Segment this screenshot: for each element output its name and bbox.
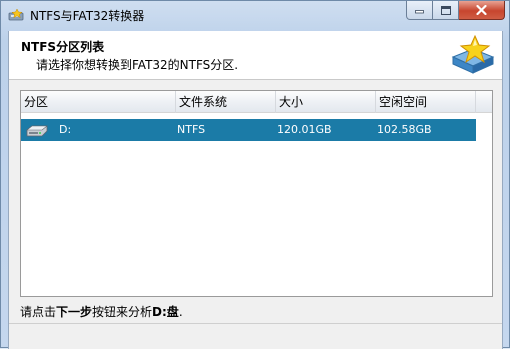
window-title: NTFS与FAT32转换器 [30,9,145,23]
minimize-icon [415,10,424,14]
close-button[interactable] [459,1,505,20]
wizard-header: NTFS分区列表 请选择你想转换到FAT32的NTFS分区. [9,31,502,80]
title-bar[interactable]: NTFS与FAT32转换器 [1,1,509,31]
maximize-button[interactable] [433,1,459,20]
maximize-icon [440,5,451,15]
column-header-size[interactable]: 大小 [276,91,376,113]
page-subtitle: 请选择你想转换到FAT32的NTFS分区. [36,58,239,72]
table-header: 分区 文件系统 大小 空闲空间 [21,91,492,113]
instruction-prefix: 请点击 [20,305,57,319]
instruction-middle: 按钮来分析 [92,305,153,319]
partition-name: D: [59,123,72,136]
drive-star-icon [451,35,495,74]
instruction-text: 请点击下一步按钮来分析D:盘. [20,303,183,320]
instruction-button-name: 下一步 [56,305,93,319]
instruction-suffix: . [178,305,183,319]
drive-icon [26,125,48,137]
close-icon [476,5,487,15]
window-controls [406,1,505,20]
app-icon [8,8,24,21]
wizard-client-area: NTFS分区列表 请选择你想转换到FAT32的NTFS分区. 分区 文件系统 大… [8,31,503,349]
instruction-drive: D:盘 [152,305,179,319]
partition-free-space: 102.58GB [377,123,432,136]
page-title: NTFS分区列表 [21,40,105,54]
partition-size: 120.01GB [277,123,332,136]
partition-list[interactable]: 分区 文件系统 大小 空闲空间 D: NTFS 120.01GB 102.58G… [20,90,493,297]
column-header-free-space[interactable]: 空闲空间 [376,91,476,113]
table-row[interactable]: D: NTFS 120.01GB 102.58GB [21,119,476,141]
column-header-partition[interactable]: 分区 [21,91,176,113]
minimize-button[interactable] [406,1,433,20]
partition-filesystem: NTFS [177,123,206,136]
separator-line [9,323,502,324]
converter-window: NTFS与FAT32转换器 NTFS分区列表 请选择你想转换到FAT32的NTF… [0,0,510,349]
column-header-filesystem[interactable]: 文件系统 [176,91,276,113]
